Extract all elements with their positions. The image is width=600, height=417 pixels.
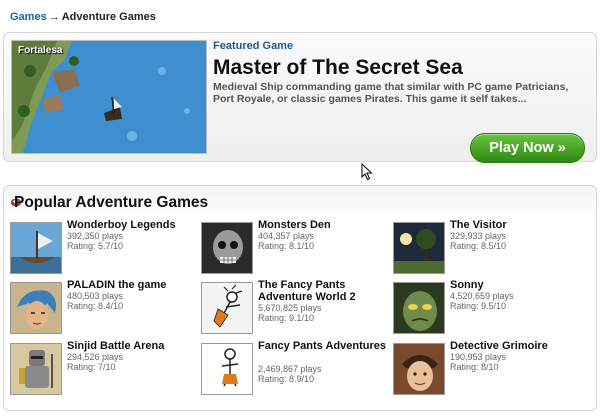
game-rating: Rating: 8.4/10 — [67, 301, 124, 311]
game-card[interactable]: Detective Grimoire 190,953 plays Rating:… — [393, 340, 580, 399]
game-card[interactable]: Wonderboy Legends 392,350 plays Rating: … — [10, 219, 197, 278]
game-rating: Rating: 8/10 — [450, 362, 499, 372]
armored-knight-thumb — [10, 343, 62, 395]
viking-ship-thumb — [10, 222, 62, 274]
game-plays: 329,933 plays — [450, 231, 507, 241]
game-rating: Rating: 8.1/10 — [258, 241, 315, 251]
game-rating: Rating: 9.5/10 — [450, 301, 507, 311]
game-title[interactable]: The Visitor — [450, 219, 580, 232]
featured-game-kicker: Featured Game — [213, 40, 294, 52]
game-plays: 190,953 plays — [450, 352, 507, 362]
featured-game-panel: Fortalesa Featured Game Master of The Se… — [3, 32, 597, 163]
game-plays: 4,520,659 plays — [450, 291, 514, 301]
game-plays: 294,526 plays — [67, 352, 124, 362]
breadcrumb-arrow: → — [48, 11, 60, 23]
game-title[interactable]: Sonny — [450, 279, 580, 292]
game-rating: Rating: 8.5/10 — [450, 241, 507, 251]
play-now-button[interactable]: Play Now » — [470, 133, 585, 163]
game-plays: 404,357 plays — [258, 231, 315, 241]
game-title[interactable]: Sinjid Battle Arena — [67, 340, 197, 353]
game-rating: Rating: 5.7/10 — [67, 241, 124, 251]
game-rating: Rating: 9.1/10 — [258, 313, 315, 323]
featured-game-title[interactable]: Master of The Secret Sea — [213, 56, 463, 80]
breadcrumb-current: Adventure Games — [61, 11, 156, 23]
featured-thumb-caption: Fortalesa — [18, 45, 63, 56]
popular-games-title: Popular Adventure Games — [14, 194, 209, 211]
breadcrumb-games-link[interactable]: Games — [10, 11, 47, 23]
game-plays: 480,503 plays — [67, 291, 124, 301]
game-rating: Rating: 8.9/10 — [258, 374, 315, 384]
game-title[interactable]: Wonderboy Legends — [67, 219, 197, 232]
game-title[interactable]: PALADIN the game — [67, 279, 197, 292]
game-plays: 5,670,825 plays — [258, 303, 322, 313]
game-card[interactable]: Sonny 4,520,659 plays Rating: 9.5/10 — [393, 279, 580, 338]
game-card[interactable]: PALADIN the game 480,503 plays Rating: 8… — [10, 279, 197, 338]
night-tree-thumb — [393, 222, 445, 274]
game-title[interactable]: The Fancy Pants Adventure World 2 — [258, 279, 388, 303]
game-card[interactable]: The Visitor 329,933 plays Rating: 8.5/10 — [393, 219, 580, 278]
detective-face-thumb — [393, 343, 445, 395]
game-title[interactable]: Fancy Pants Adventures — [258, 340, 388, 353]
game-card[interactable]: The Fancy Pants Adventure World 2 5,670,… — [201, 279, 388, 338]
game-title[interactable]: Monsters Den — [258, 219, 388, 232]
game-rating: Rating: 7/10 — [67, 362, 116, 372]
game-title[interactable]: Detective Grimoire — [450, 340, 580, 353]
featured-game-description: Medieval Ship commanding game that simil… — [213, 81, 569, 105]
game-card[interactable]: Fancy Pants Adventures 2,469,867 plays R… — [201, 340, 388, 399]
stick-figure-thumb — [201, 343, 253, 395]
blue-hair-warrior-thumb — [10, 282, 62, 334]
zombie-face-thumb — [393, 282, 445, 334]
game-card[interactable]: Monsters Den 404,357 plays Rating: 8.1/1… — [201, 219, 388, 278]
featured-game-thumbnail[interactable]: Fortalesa — [11, 40, 207, 154]
game-plays: 2,469,867 plays — [258, 364, 322, 374]
mouse-cursor-icon — [361, 163, 373, 181]
stick-figure-thumb — [201, 282, 253, 334]
popular-games-panel: Popular Adventure Games Wonderboy Legend… — [3, 185, 597, 411]
game-plays: 392,350 plays — [67, 231, 124, 241]
breadcrumb: Games → Adventure Games — [10, 11, 156, 23]
game-card[interactable]: Sinjid Battle Arena 294,526 plays Rating… — [10, 340, 197, 399]
sea-map-image — [12, 41, 206, 153]
skull-monster-thumb — [201, 222, 253, 274]
